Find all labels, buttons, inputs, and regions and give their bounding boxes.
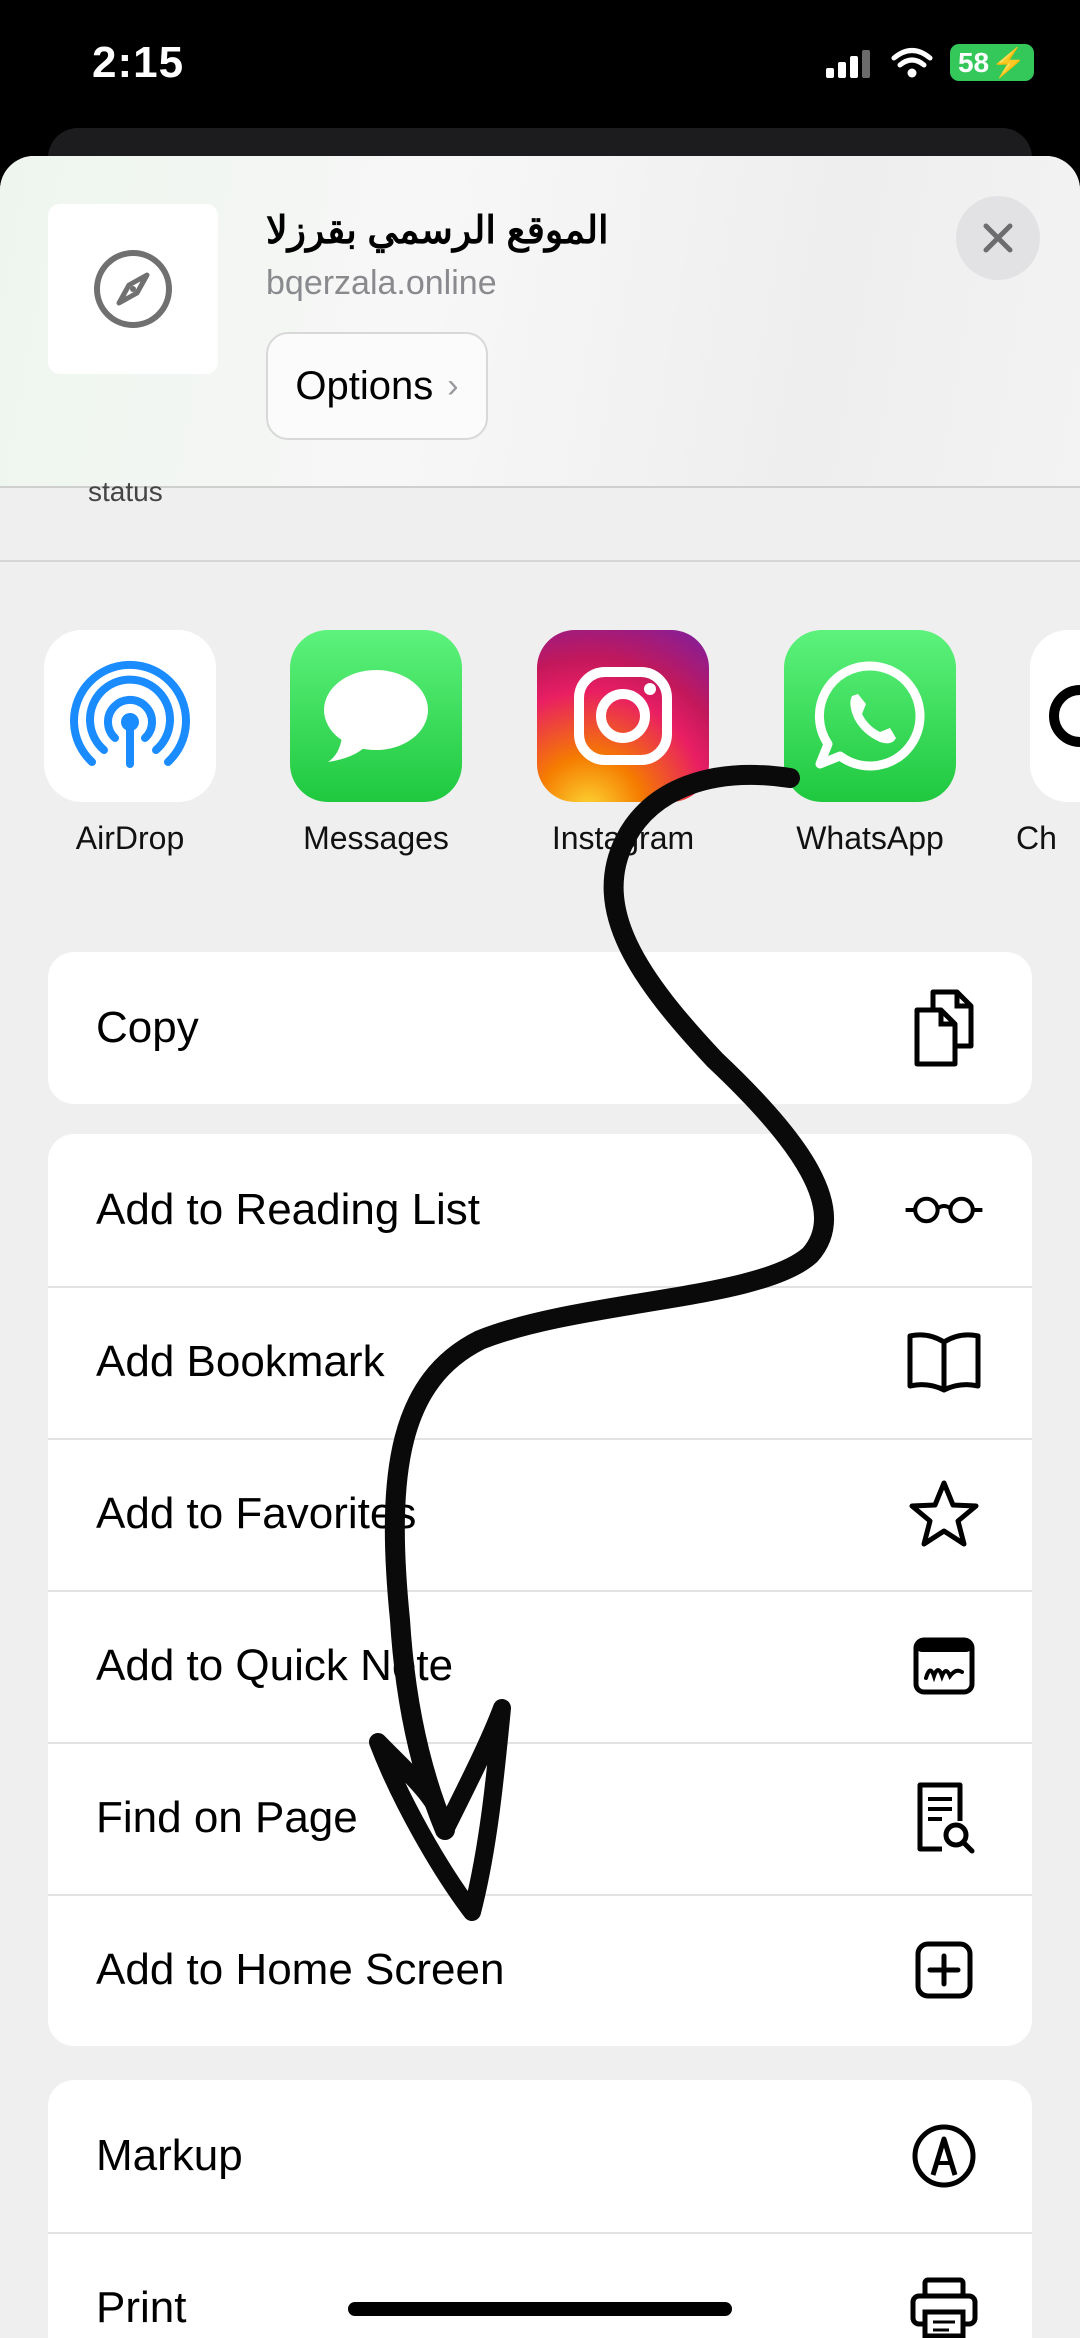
status-icons: 58 ⚡ bbox=[824, 44, 1034, 81]
messages-icon bbox=[290, 630, 462, 802]
book-icon bbox=[904, 1322, 984, 1402]
app-chatgpt[interactable]: Ch bbox=[996, 630, 1080, 857]
divider bbox=[0, 560, 1080, 562]
app-whatsapp[interactable]: WhatsApp bbox=[750, 630, 990, 857]
app-share-row: AirDrop Messages Instagram WhatsApp Ch bbox=[0, 630, 1080, 890]
status-peek-text: status bbox=[88, 476, 163, 507]
action-add-to-favorites[interactable]: Add to Favorites bbox=[48, 1438, 1032, 1590]
action-label: Add to Quick Note bbox=[96, 1641, 454, 1690]
battery-level: 58 bbox=[957, 46, 990, 78]
close-button[interactable] bbox=[956, 196, 1040, 280]
options-label: Options bbox=[295, 363, 434, 408]
action-label: Print bbox=[96, 2283, 187, 2332]
action-copy[interactable]: Copy bbox=[48, 952, 1032, 1104]
options-button[interactable]: Options › bbox=[266, 332, 488, 440]
action-label: Add to Favorites bbox=[96, 1489, 417, 1538]
home-indicator bbox=[348, 2302, 732, 2316]
app-instagram[interactable]: Instagram bbox=[503, 630, 743, 857]
whatsapp-icon bbox=[784, 630, 956, 802]
close-icon bbox=[983, 223, 1013, 253]
action-label: Add Bookmark bbox=[96, 1337, 385, 1386]
site-title: الموقع الرسمي بقرزلا bbox=[266, 210, 609, 252]
chevron-right-icon: › bbox=[447, 366, 459, 405]
glasses-icon bbox=[904, 1170, 984, 1250]
actions-card: Add to Reading List Add Bookmark Add to … bbox=[48, 1134, 1032, 2046]
cellular-signal-icon bbox=[825, 49, 870, 78]
app-label-chatgpt: Ch bbox=[1016, 820, 1057, 856]
site-thumbnail bbox=[48, 204, 218, 374]
quick-note-icon bbox=[904, 1626, 984, 1706]
app-airdrop[interactable]: AirDrop bbox=[10, 630, 250, 857]
app-label-messages: Messages bbox=[303, 820, 449, 856]
instagram-icon bbox=[537, 630, 709, 802]
star-icon bbox=[904, 1474, 984, 1554]
copy-icon bbox=[904, 988, 984, 1068]
action-label: Copy bbox=[96, 1003, 199, 1052]
share-sheet: الموقع الرسمي بقرزلا bqerzala.online Opt… bbox=[0, 156, 1080, 2338]
action-add-bookmark[interactable]: Add Bookmark bbox=[48, 1286, 1032, 1438]
airdrop-icon bbox=[44, 630, 216, 802]
copy-card: Copy bbox=[48, 952, 1032, 1104]
app-label-airdrop: AirDrop bbox=[75, 820, 185, 856]
app-label-instagram: Instagram bbox=[551, 820, 695, 856]
action-add-to-home-screen[interactable]: Add to Home Screen bbox=[48, 1894, 1032, 2046]
action-add-to-quick-note[interactable]: Add to Quick Note bbox=[48, 1590, 1032, 1742]
printer-icon bbox=[904, 2268, 984, 2338]
site-url: bqerzala.online bbox=[266, 264, 497, 302]
app-label-whatsapp: WhatsApp bbox=[796, 820, 944, 856]
action-label: Add to Reading List bbox=[96, 1185, 481, 1234]
action-print[interactable]: Print bbox=[48, 2232, 1032, 2338]
action-label: Add to Home Screen bbox=[96, 1945, 505, 1994]
app-messages[interactable]: Messages bbox=[256, 630, 496, 857]
markup-pen-icon bbox=[904, 2116, 984, 2196]
action-markup[interactable]: Markup bbox=[48, 2080, 1032, 2232]
charging-bolt-icon: ⚡ bbox=[991, 47, 1026, 78]
chatgpt-icon bbox=[1030, 630, 1080, 802]
wifi-icon bbox=[891, 47, 933, 77]
action-add-to-reading-list[interactable]: Add to Reading List bbox=[48, 1134, 1032, 1286]
find-doc-icon bbox=[904, 1778, 984, 1858]
action-label: Markup bbox=[96, 2131, 243, 2180]
status-time: 2:15 bbox=[92, 38, 185, 87]
more-actions-card: Markup Print bbox=[48, 2080, 1032, 2338]
compass-icon bbox=[94, 250, 172, 328]
action-label: Find on Page bbox=[96, 1793, 358, 1842]
action-find-on-page[interactable]: Find on Page bbox=[48, 1742, 1032, 1894]
plus-square-icon bbox=[904, 1930, 984, 2010]
share-header: الموقع الرسمي بقرزلا bqerzala.online Opt… bbox=[0, 156, 1080, 488]
battery-indicator: 58 ⚡ bbox=[949, 44, 1034, 81]
